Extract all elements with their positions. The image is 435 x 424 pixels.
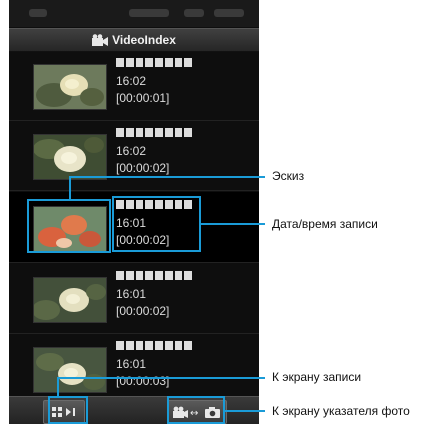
datetime-highlight (112, 196, 201, 252)
callout-line (57, 377, 59, 397)
recording-duration: [00:00:02] (116, 304, 170, 318)
callout-record-screen: К экрану записи (272, 370, 362, 384)
date-placeholder (116, 341, 192, 350)
callout-datetime: Дата/время записи (272, 217, 378, 231)
recording-time: 16:02 (116, 144, 147, 158)
thumbnail (33, 64, 107, 110)
thumbnail (33, 277, 107, 323)
device-screen: VideoIndex 16:02 [00:00:01] 16:02 [00:00… (9, 0, 259, 424)
list-item[interactable]: 16:02 [00:00:01] (9, 50, 259, 121)
recording-duration: [00:00:03] (116, 374, 170, 388)
callout-line (57, 377, 265, 379)
record-button-highlight (48, 396, 88, 424)
photo-button-highlight (167, 396, 225, 424)
title-bar: VideoIndex (9, 28, 259, 52)
recording-duration: [00:00:02] (116, 161, 170, 175)
video-camera-icon (92, 34, 109, 46)
list-item[interactable]: 16:02 [00:00:02] (9, 120, 259, 191)
callout-thumbnail: Эскиз (272, 169, 305, 183)
recording-time: 16:01 (116, 287, 147, 301)
date-placeholder (116, 58, 192, 67)
callout-line (69, 176, 71, 199)
thumbnail (33, 134, 107, 180)
list-item[interactable]: 16:01 [00:00:02] (9, 263, 259, 334)
recording-time: 16:02 (116, 74, 147, 88)
callout-line (201, 223, 265, 225)
list-item[interactable]: 16:01 [00:00:03] (9, 333, 259, 404)
thumbnail (33, 347, 107, 393)
recording-time: 16:01 (116, 357, 147, 371)
callout-line (225, 410, 265, 412)
date-placeholder (116, 128, 192, 137)
thumbnail-highlight (27, 199, 111, 253)
status-bar (9, 0, 259, 27)
callout-photo-index: К экрану указателя фото (272, 404, 410, 418)
date-placeholder (116, 271, 192, 280)
page-title: VideoIndex (112, 33, 176, 47)
recording-duration: [00:00:01] (116, 91, 170, 105)
callout-line (69, 176, 265, 178)
